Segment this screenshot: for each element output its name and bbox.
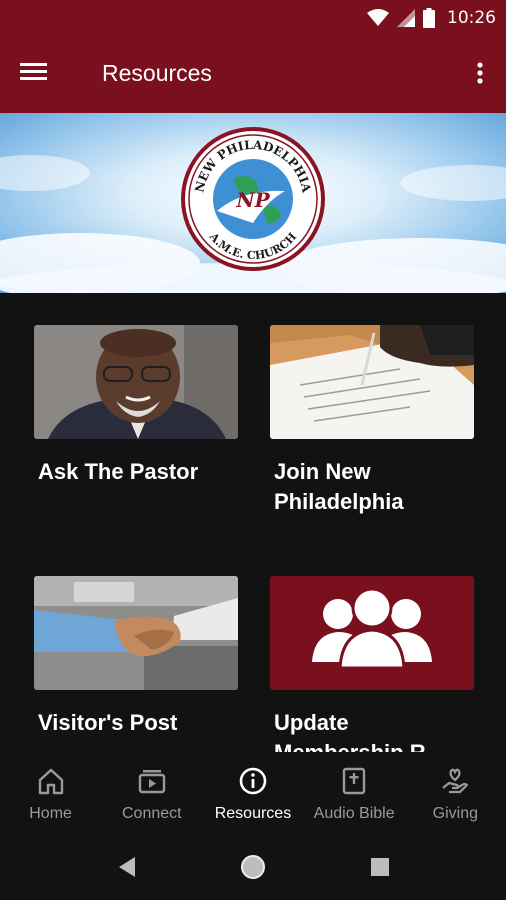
info-icon [239, 767, 267, 795]
card-title: Visitor's Post [38, 710, 178, 735]
page-title: Resources [102, 60, 212, 86]
status-bar: 10:26 [0, 0, 506, 37]
nav-giving[interactable]: Giving [405, 752, 506, 838]
bottom-navigation: Home Connect Resources Audio Bible Givin… [0, 752, 506, 838]
resources-grid: Ask The Pastor Join New Philadelphia Vis… [0, 293, 506, 752]
handshake-photo [34, 576, 238, 690]
group-icon [312, 587, 432, 670]
resource-card-join[interactable]: Join New Philadelphia [270, 325, 474, 517]
card-title-line-2: Philadelphia [274, 489, 404, 514]
video-icon [138, 770, 165, 794]
card-title: Join New Philadelphia [274, 457, 474, 517]
church-logo: NP NEW PHILADELPHIA A.M.E. CHURCH [181, 127, 325, 271]
nav-audio-bible[interactable]: Audio Bible [304, 752, 405, 838]
signing-photo [270, 325, 474, 439]
nav-label: Giving [432, 805, 479, 822]
menu-button[interactable] [20, 59, 60, 91]
system-navigation-bar [0, 838, 506, 900]
nav-label: Resources [214, 805, 292, 822]
nav-label: Connect [121, 805, 182, 822]
card-title: Update Membership R [274, 710, 426, 752]
pastor-photo [34, 325, 238, 439]
resource-card-update-membership[interactable]: Update Membership R [270, 576, 474, 752]
hamburger-menu-icon [20, 63, 47, 80]
recents-icon[interactable] [370, 857, 390, 877]
home-icon [38, 768, 63, 795]
status-time: 10:26 [447, 8, 496, 28]
nav-label: Home [29, 805, 72, 822]
nav-label: Audio Bible [313, 805, 395, 822]
header-banner: NP NEW PHILADELPHIA A.M.E. CHURCH [0, 113, 506, 293]
battery-icon [423, 8, 435, 28]
overflow-menu-button[interactable] [468, 59, 492, 91]
card-title: Ask The Pastor [38, 459, 199, 484]
app-bar: Resources [0, 37, 506, 113]
status-icons: 10:26 [367, 6, 496, 30]
resource-card-visitors-post[interactable]: Visitor's Post [34, 576, 238, 738]
giving-hand-icon [442, 768, 469, 794]
wifi-icon [367, 9, 389, 26]
card-title-line-1: Join New [274, 459, 371, 484]
nav-connect[interactable]: Connect [101, 752, 202, 838]
signal-icon [397, 9, 415, 27]
bible-icon [342, 767, 366, 795]
home-circle-icon[interactable] [239, 853, 267, 881]
nav-home[interactable]: Home [0, 752, 101, 838]
back-icon[interactable] [117, 856, 137, 878]
resource-card-ask-the-pastor[interactable]: Ask The Pastor [34, 325, 238, 487]
logo-monogram: NP [235, 188, 270, 212]
membership-group-image [270, 576, 474, 690]
nav-resources[interactable]: Resources [202, 752, 303, 838]
more-vertical-icon [477, 62, 483, 84]
